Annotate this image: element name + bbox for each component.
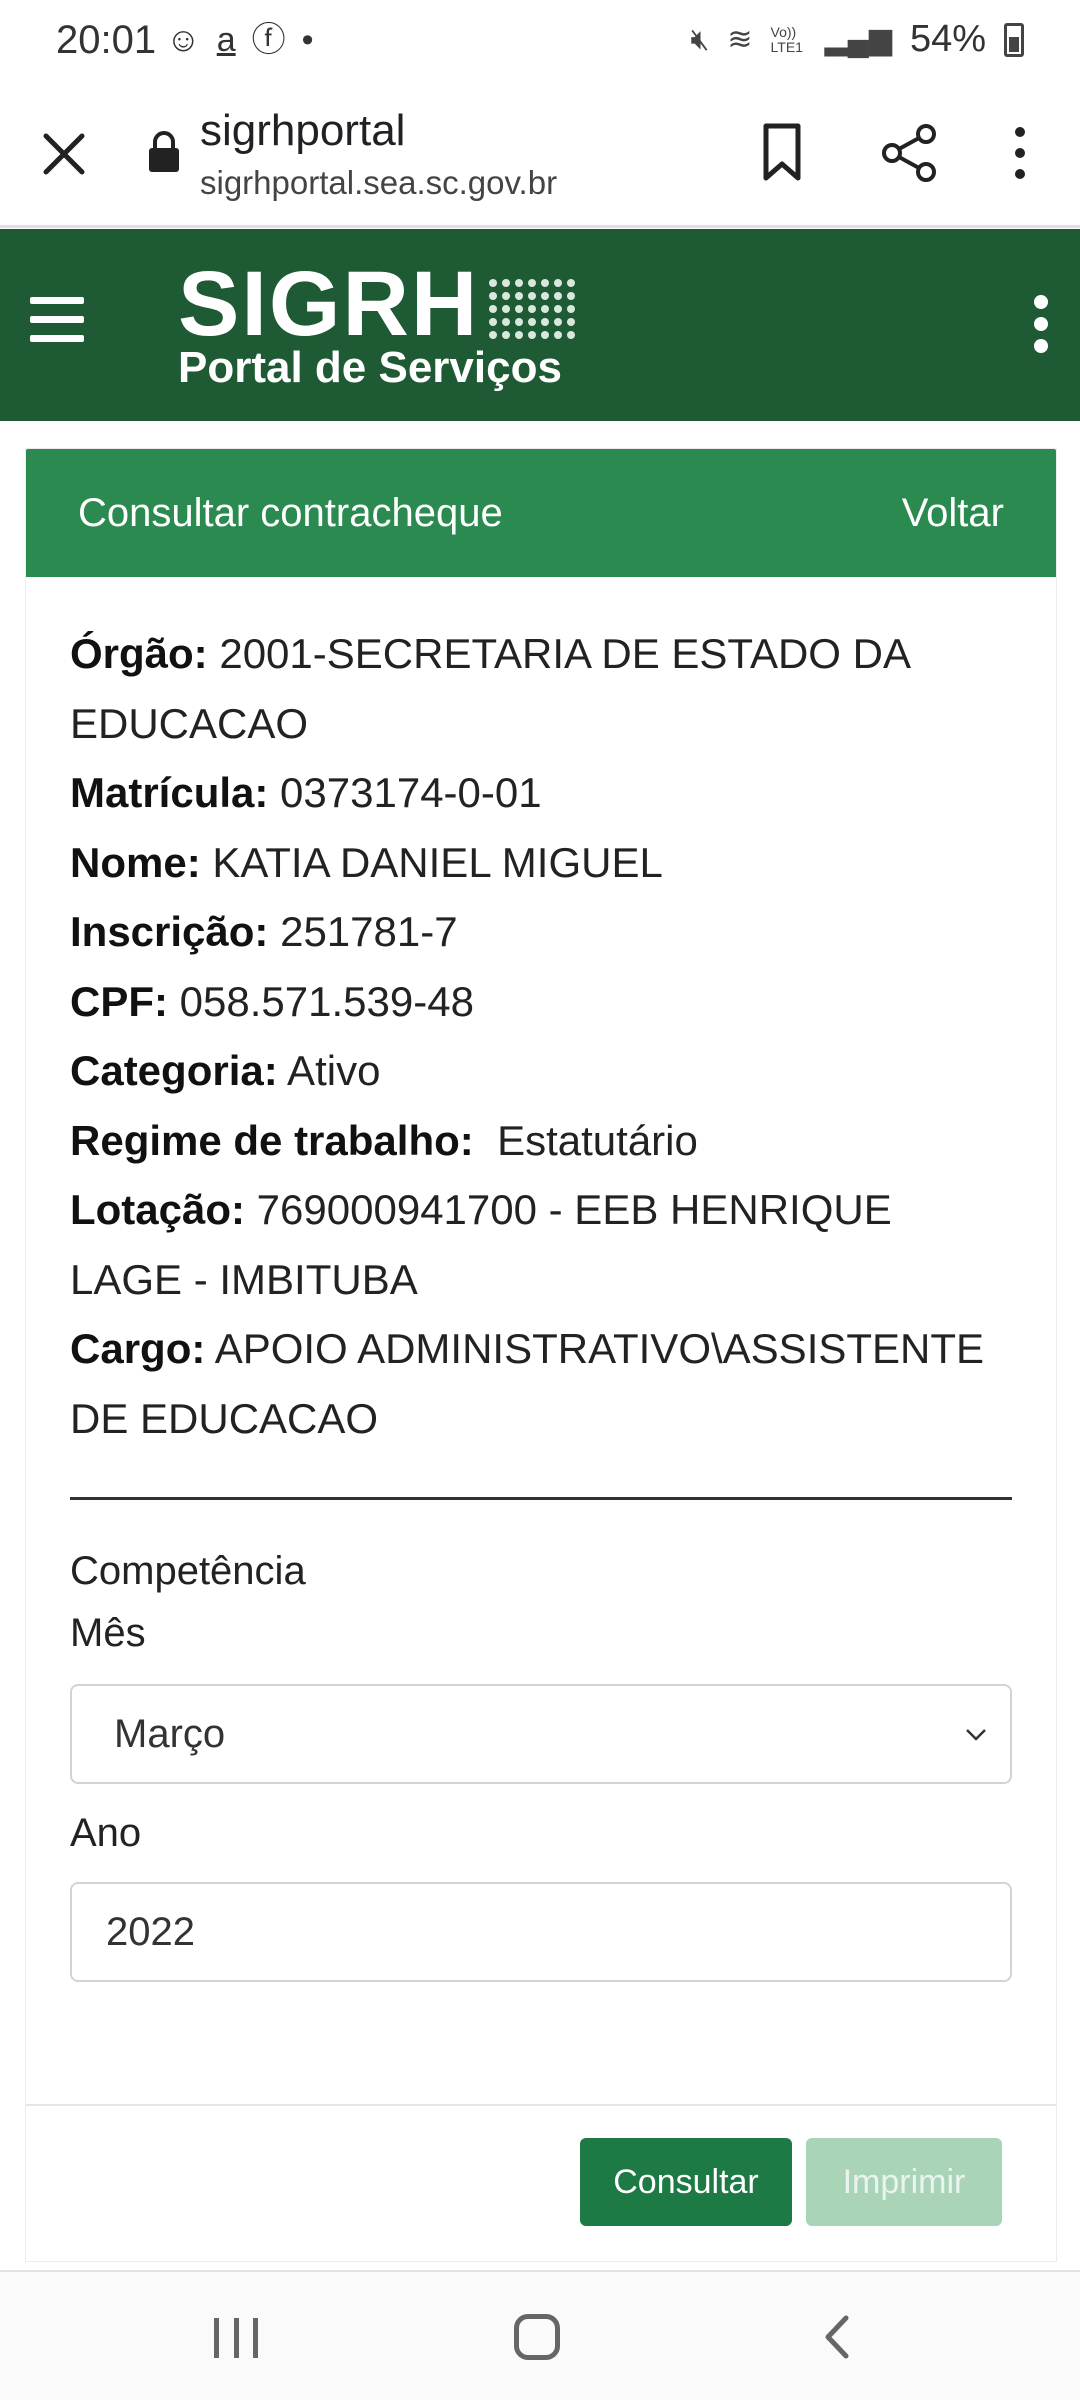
emoji-notification-icon: ☺ — [166, 21, 201, 59]
logo-dots-icon — [489, 279, 576, 339]
recents-icon[interactable] — [214, 2318, 258, 2358]
volte-icon: Vo)) LTE1 — [770, 23, 803, 55]
mes-selected-value: Março — [114, 1711, 226, 1756]
field-regime: Regime de trabalho: Estatutário — [70, 1116, 698, 1164]
field-matricula: Matrícula: 0373174-0-01 — [70, 769, 542, 816]
mes-label: Mês — [70, 1611, 146, 1655]
field-nome: Nome: KATIA DANIEL MIGUEL — [70, 838, 663, 886]
signal-icon: ▂▄▆ — [824, 23, 892, 56]
home-icon[interactable] — [514, 2314, 560, 2360]
share-icon[interactable] — [878, 120, 940, 186]
url-text[interactable]: sigrhportal.sea.sc.gov.br — [200, 164, 557, 202]
back-link[interactable]: Voltar — [902, 491, 1004, 536]
more-options-icon[interactable] — [998, 120, 1042, 186]
imprimir-button[interactable]: Imprimir — [806, 2138, 1002, 2226]
amazon-icon: a — [216, 21, 236, 59]
system-icons: 🔇︎ ≋ Vo)) LTE1 ▂▄▆ 54% — [690, 18, 1024, 61]
page-site-title[interactable]: sigrhportal — [200, 106, 405, 156]
wifi-icon: ≋ — [727, 23, 753, 56]
field-lotacao: Lotação: 769000941700 - EEB HENRIQUE LAG… — [70, 1186, 892, 1303]
card-title: Consultar contracheque — [78, 490, 503, 535]
logo-main-text: SIGRH — [178, 253, 480, 355]
field-categoria: Categoria: Ativo — [70, 1047, 381, 1094]
card-body: Órgão: 2001-SECRETARIA DE ESTADO DA EDUC… — [26, 577, 1056, 1982]
app-header: SIGRH Portal de Serviços — [0, 229, 1080, 421]
card-footer: Consultar Imprimir — [26, 2104, 1056, 2261]
logo-subtitle: Portal de Serviços — [178, 343, 562, 392]
notification-icons: ☺ a ⓕ • — [166, 20, 314, 60]
back-icon[interactable] — [818, 2312, 858, 2362]
lock-icon — [149, 131, 179, 172]
status-bar: 20:01 ☺ a ⓕ • 🔇︎ ≋ Vo)) LTE1 ▂▄▆ 54% — [0, 0, 1080, 80]
field-inscricao: Inscrição: 251781-7 — [70, 908, 458, 955]
status-time: 20:01 — [56, 18, 157, 62]
ano-value: 2022 — [106, 1909, 195, 1954]
mute-icon: 🔇︎ — [690, 22, 710, 56]
system-nav-bar — [0, 2270, 1080, 2400]
close-icon[interactable] — [34, 124, 94, 184]
battery-percent: 54% — [909, 18, 986, 60]
browser-toolbar: sigrhportal sigrhportal.sea.sc.gov.br — [0, 80, 1080, 228]
header-more-icon[interactable] — [1026, 295, 1056, 355]
mes-select[interactable]: Março — [70, 1684, 1012, 1784]
facebook-icon: ⓕ — [251, 21, 286, 59]
ano-input[interactable]: 2022 — [70, 1882, 1012, 1982]
payslip-card: Consultar contracheque Voltar Órgão: 200… — [26, 449, 1056, 2261]
hamburger-menu-icon[interactable] — [30, 297, 84, 353]
card-header: Consultar contracheque Voltar — [26, 449, 1056, 577]
divider — [70, 1497, 1012, 1500]
chevron-down-icon — [966, 1729, 986, 1741]
battery-icon — [1004, 22, 1024, 57]
bookmark-icon[interactable] — [756, 120, 808, 186]
competencia-label: Competência — [70, 1549, 306, 1593]
consultar-button[interactable]: Consultar — [580, 2138, 792, 2226]
field-cpf: CPF: 058.571.539-48 — [70, 977, 474, 1025]
field-cargo: Cargo: APOIO ADMINISTRATIVO\ASSISTENTE D… — [70, 1325, 985, 1442]
ano-label: Ano — [70, 1811, 142, 1855]
employee-info: Órgão: 2001-SECRETARIA DE ESTADO DA EDUC… — [70, 619, 1012, 1453]
sigrh-logo[interactable]: SIGRH Portal de Serviços — [178, 253, 578, 392]
dot-icon: • — [301, 21, 314, 59]
field-orgao: Órgão: 2001-SECRETARIA DE ESTADO DA EDUC… — [70, 630, 909, 747]
